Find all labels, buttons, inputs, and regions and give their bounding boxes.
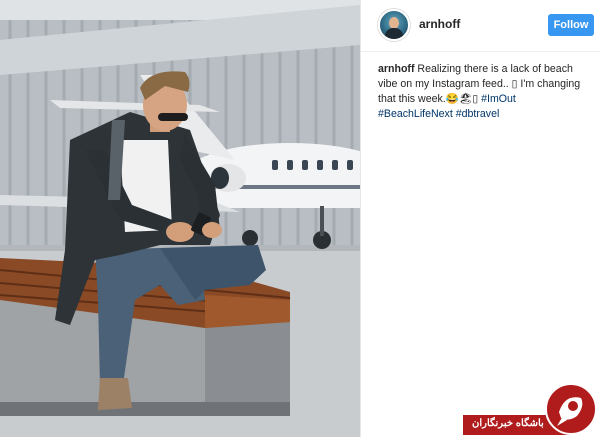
watermark-text: باشگاه خبرنگاران bbox=[472, 418, 544, 429]
hashtag-beachlifenext[interactable]: #BeachLifeNext bbox=[378, 108, 453, 120]
hashtag-imout[interactable]: #ImOut bbox=[481, 93, 516, 105]
avatar[interactable] bbox=[378, 9, 410, 41]
follow-button[interactable]: Follow bbox=[548, 14, 594, 36]
avatar-body bbox=[385, 28, 403, 39]
caption-username[interactable]: arnhoff bbox=[378, 63, 414, 75]
post-photo[interactable] bbox=[0, 0, 360, 437]
photo-illustration bbox=[0, 0, 360, 437]
watermark-logo-icon bbox=[545, 383, 597, 435]
header-username[interactable]: arnhoff bbox=[419, 17, 460, 31]
hashtag-dbtravel[interactable]: #dbtravel bbox=[456, 108, 500, 120]
post-header: arnhoff Follow bbox=[361, 0, 600, 52]
post-caption: arnhoff Realizing there is a lack of bea… bbox=[378, 62, 593, 122]
post-side-panel: arnhoff Follow arnhoff Realizing there i… bbox=[360, 0, 600, 437]
instagram-post: arnhoff Follow arnhoff Realizing there i… bbox=[0, 0, 600, 437]
